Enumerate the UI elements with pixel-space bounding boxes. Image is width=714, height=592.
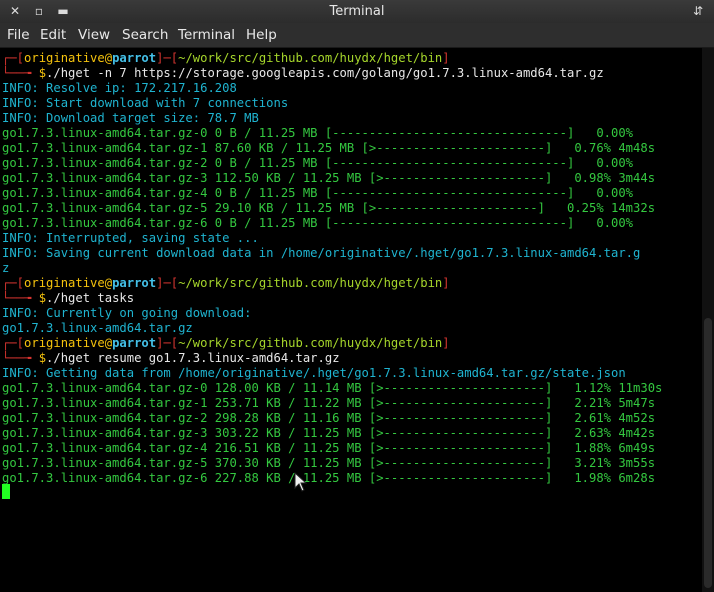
progress-line: go1.7.3.linux-amd64.tar.gz-1 253.71 KB /… [2, 396, 656, 410]
info-line: INFO: Start download with 7 connections [2, 96, 289, 110]
command-line: └──╼ $./hget resume go1.7.3.linux-amd64.… [2, 351, 340, 365]
prompt-user: originative [24, 51, 105, 65]
menu-bar: File Edit View Search Terminal Help [0, 23, 714, 48]
info-line: z [2, 261, 10, 275]
progress-line: go1.7.3.linux-amd64.tar.gz-3 112.50 KB /… [2, 171, 656, 185]
info-line: INFO: Download target size: 78.7 MB [2, 111, 259, 125]
progress-line: go1.7.3.linux-amd64.tar.gz-6 227.88 KB /… [2, 471, 656, 485]
menu-search[interactable]: Search [122, 27, 168, 43]
progress-line: go1.7.3.linux-amd64.tar.gz-0 128.00 KB /… [2, 381, 663, 395]
prompt-host: parrot [112, 51, 157, 65]
maximize-icon[interactable]: ⇵ [692, 5, 704, 17]
info-line: INFO: Resolve ip: 172.217.16.208 [2, 81, 237, 95]
command-line: └──╼ $./hget -n 7 https://storage.google… [2, 66, 604, 80]
command-line: └──╼ $./hget tasks [2, 291, 135, 305]
menu-file[interactable]: File [7, 27, 30, 43]
progress-line: go1.7.3.linux-amd64.tar.gz-2 0 B / 11.25… [2, 156, 634, 170]
prompt-dollar: $ [38, 291, 47, 305]
info-line: INFO: Interrupted, saving state ... [2, 231, 259, 245]
title-bar[interactable]: ✕ ▫ ▬ Terminal ⇵ [0, 0, 714, 23]
progress-line: go1.7.3.linux-amd64.tar.gz-0 0 B / 11.25… [2, 126, 634, 140]
scrollbar[interactable] [702, 48, 714, 592]
prompt-line: ┌─[originative@parrot]─[~/work/src/githu… [2, 276, 450, 290]
prompt-at: @ [104, 276, 113, 290]
text-cursor [2, 484, 10, 499]
prompt-path: ~/work/src/github.com/huydx/hget/bin [178, 276, 443, 290]
prompt-at: @ [104, 336, 113, 350]
prompt-path: ~/work/src/github.com/huydx/hget/bin [178, 51, 443, 65]
window-title: Terminal [329, 4, 385, 19]
menu-help[interactable]: Help [246, 27, 277, 43]
mouse-pointer-icon [294, 472, 308, 492]
info-line: INFO: Currently on going download: [2, 306, 252, 320]
prompt-user: originative [24, 276, 105, 290]
info-line: INFO: Getting data from /home/originativ… [2, 366, 626, 380]
progress-line: go1.7.3.linux-amd64.tar.gz-3 303.22 KB /… [2, 426, 656, 440]
prompt-line: ┌─[originative@parrot]─[~/work/src/githu… [2, 336, 450, 350]
prompt-host: parrot [112, 276, 157, 290]
progress-line: go1.7.3.linux-amd64.tar.gz-4 0 B / 11.25… [2, 186, 634, 200]
download-item: go1.7.3.linux-amd64.tar.gz [2, 321, 193, 335]
command-text: ./hget tasks [46, 291, 135, 305]
menu-terminal[interactable]: Terminal [178, 27, 235, 43]
prompt-host: parrot [112, 336, 157, 350]
command-text: ./hget -n 7 https://storage.googleapis.c… [46, 66, 604, 80]
prompt-path: ~/work/src/github.com/huydx/hget/bin [178, 336, 443, 350]
info-line: INFO: Saving current download data in /h… [2, 246, 641, 260]
command-text: ./hget resume go1.7.3.linux-amd64.tar.gz [46, 351, 340, 365]
prompt-line: ┌─[originative@parrot]─[~/work/src/githu… [2, 51, 450, 65]
progress-line: go1.7.3.linux-amd64.tar.gz-6 0 B / 11.25… [2, 216, 634, 230]
terminal-window: ✕ ▫ ▬ Terminal ⇵ File Edit View Search T… [0, 0, 714, 592]
menu-edit[interactable]: Edit [40, 27, 66, 43]
prompt-dollar: $ [38, 351, 47, 365]
progress-line: go1.7.3.linux-amd64.tar.gz-1 87.60 KB / … [2, 141, 656, 155]
progress-line: go1.7.3.linux-amd64.tar.gz-4 216.51 KB /… [2, 441, 656, 455]
prompt-at: @ [104, 51, 113, 65]
menu-view[interactable]: View [78, 27, 110, 43]
terminal-output[interactable]: ┌─[originative@parrot]─[~/work/src/githu… [0, 48, 702, 592]
progress-line: go1.7.3.linux-amd64.tar.gz-5 370.30 KB /… [2, 456, 656, 470]
progress-line: go1.7.3.linux-amd64.tar.gz-5 29.10 KB / … [2, 201, 656, 215]
scrollbar-thumb[interactable] [704, 318, 712, 588]
prompt-dollar: $ [38, 66, 47, 80]
progress-line: go1.7.3.linux-amd64.tar.gz-2 298.28 KB /… [2, 411, 656, 425]
prompt-user: originative [24, 336, 105, 350]
